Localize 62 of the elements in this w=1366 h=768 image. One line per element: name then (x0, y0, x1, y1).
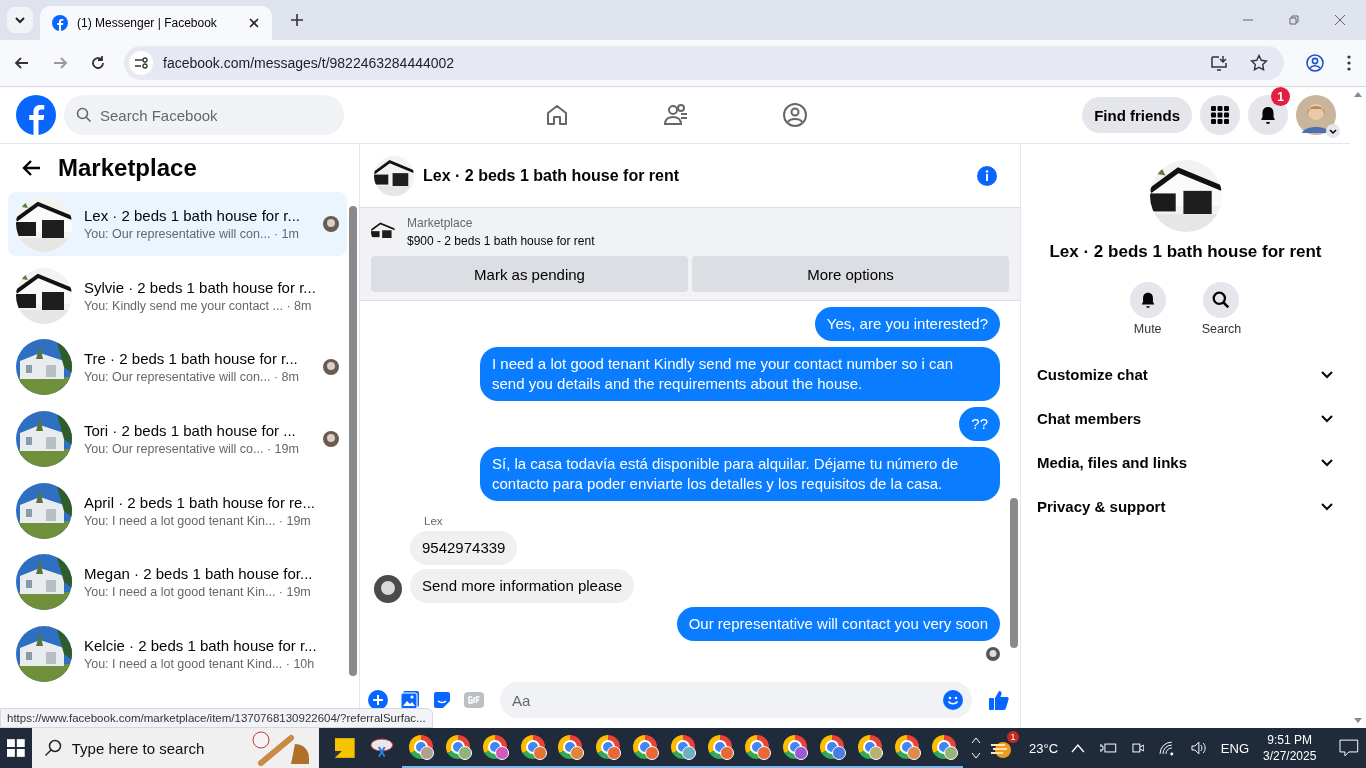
received-message: 9542974339 (410, 531, 518, 565)
message-preview: You: I need a lot good tenant Kin... · 19m (84, 585, 312, 600)
input-language[interactable]: ENG (1220, 740, 1249, 756)
search-field[interactable]: Search Facebook (64, 95, 344, 135)
message-preview: You: Our representative will co... · 19m (84, 442, 300, 456)
clock[interactable]: 9:51 PM 3/27/2025 (1263, 733, 1317, 763)
conversation-item[interactable]: Tre · 2 beds 1 bath house for r... You: Our representative will con... · 8m (8, 335, 347, 400)
listing-action-button[interactable]: More options (692, 256, 1009, 292)
message-field[interactable]: Aa (500, 682, 972, 718)
conversation-title: April · 2 beds 1 bath house for re... (84, 493, 316, 511)
weather-badge: 1 (1007, 731, 1020, 743)
conversation-title: Tre · 2 beds 1 bath house for r... (84, 350, 299, 368)
sent-message: Sí, la casa todavía está disponible para alquilar. Déjame tu número de contacto para poder enviarte los detalles y los requisitos de la casa. (480, 447, 1000, 501)
temperature: 23°C (1029, 740, 1059, 756)
listing-action-button[interactable]: Mark as pending (371, 256, 688, 292)
message-preview: You: Our representative will con... · 1m (84, 226, 300, 241)
conversation-item[interactable]: Tori · 2 beds 1 bath house for ... You: Our representative will co... · 19m (8, 407, 347, 471)
conversation-title: Kelcie · 2 beds 1 bath house for r... (84, 637, 318, 655)
find-friends-button[interactable]: Find friends (1082, 97, 1192, 133)
address-bar[interactable]: facebook.com/messages/t/9822463284444002 (124, 46, 1284, 80)
sent-message: Our representative will contact you very soon (676, 607, 1000, 641)
message-preview: You: Kindly send me your contact ... · 8m (84, 298, 313, 313)
sender-name: Lex (424, 515, 443, 527)
conversation-item[interactable]: Lex · 2 beds 1 bath house for r... You: Our representative will con... · 1m (8, 192, 347, 256)
message-preview: You: I need a lot good tenant Kind... · 10h (84, 657, 316, 672)
section-label: Customize chat (1037, 365, 1148, 383)
chat-title: Lex · 2 beds 1 bath house for rent (423, 166, 680, 185)
tab-title: (1) Messenger | Facebook (77, 16, 218, 30)
contact-name: Lex · 2 beds 1 bath house for rent (1049, 242, 1322, 262)
date: 3/27/2025 (1263, 749, 1317, 763)
conversation-item[interactable]: Sylvie · 2 beds 1 bath house for r... You: Kindly send me your contact ... · 8m (8, 263, 347, 328)
settings-section[interactable]: Privacy & support (1037, 484, 1334, 528)
settings-section[interactable]: Media, files and links (1037, 440, 1334, 484)
browser-tab[interactable]: (1) Messenger | Facebook (40, 6, 272, 40)
conversation-title: Lex · 2 beds 1 bath house for r... (84, 206, 301, 224)
conversation-title: Tori · 2 beds 1 bath house for ... (84, 422, 297, 439)
sent-message: I need a lot good tenant Kindly send me your contact number so i can send you details and the requirements about the house. (480, 347, 1000, 401)
section-label: Privacy & support (1037, 497, 1166, 515)
taskbar-search-field[interactable]: Type here to search (31, 728, 319, 768)
listing-summary: $900 - 2 beds 1 bath house for rent (407, 234, 595, 248)
action-label: Search (1201, 322, 1242, 336)
action-label: Mute (1133, 322, 1162, 336)
conversation-title: Sylvie · 2 beds 1 bath house for r... (84, 278, 317, 296)
received-message: Send more information please (410, 569, 635, 603)
settings-section[interactable]: Chat members (1037, 396, 1334, 440)
listing-source: Marketplace (407, 216, 474, 230)
conversation-item[interactable]: Megan · 2 beds 1 bath house for... You: I need a lot good tenant Kin... · 19m (8, 550, 347, 615)
section-label: Chat members (1037, 409, 1142, 427)
sent-message: Yes, are you interested? (814, 307, 1000, 341)
sent-message: ?? (959, 407, 1000, 441)
settings-section[interactable]: Customize chat (1037, 352, 1334, 396)
section-label: Media, files and links (1037, 453, 1188, 471)
conversation-title: Megan · 2 beds 1 bath house for... (84, 565, 314, 583)
conversation-item[interactable]: April · 2 beds 1 bath house for re... You: I need a lot good tenant Kin... · 19m (8, 478, 347, 543)
section-title: Marketplace (58, 154, 197, 182)
url-text: facebook.com/messages/t/9822463284444002 (163, 55, 455, 71)
conversation-item[interactable]: Kelcie · 2 beds 1 bath house for r... You: I need a lot good tenant Kind... · 10h (8, 622, 347, 687)
time: 9:51 PM (1267, 733, 1313, 747)
message-preview: You: I need a lot good tenant Kin... · 19m (84, 513, 312, 528)
message-preview: You: Our representative will con... · 8m (84, 370, 300, 385)
link-preview-url: https://www.facebook.com/marketplace/item/1370768130922604/?referralSurfac... (0, 708, 433, 728)
notification-badge: 1 (1271, 87, 1290, 106)
